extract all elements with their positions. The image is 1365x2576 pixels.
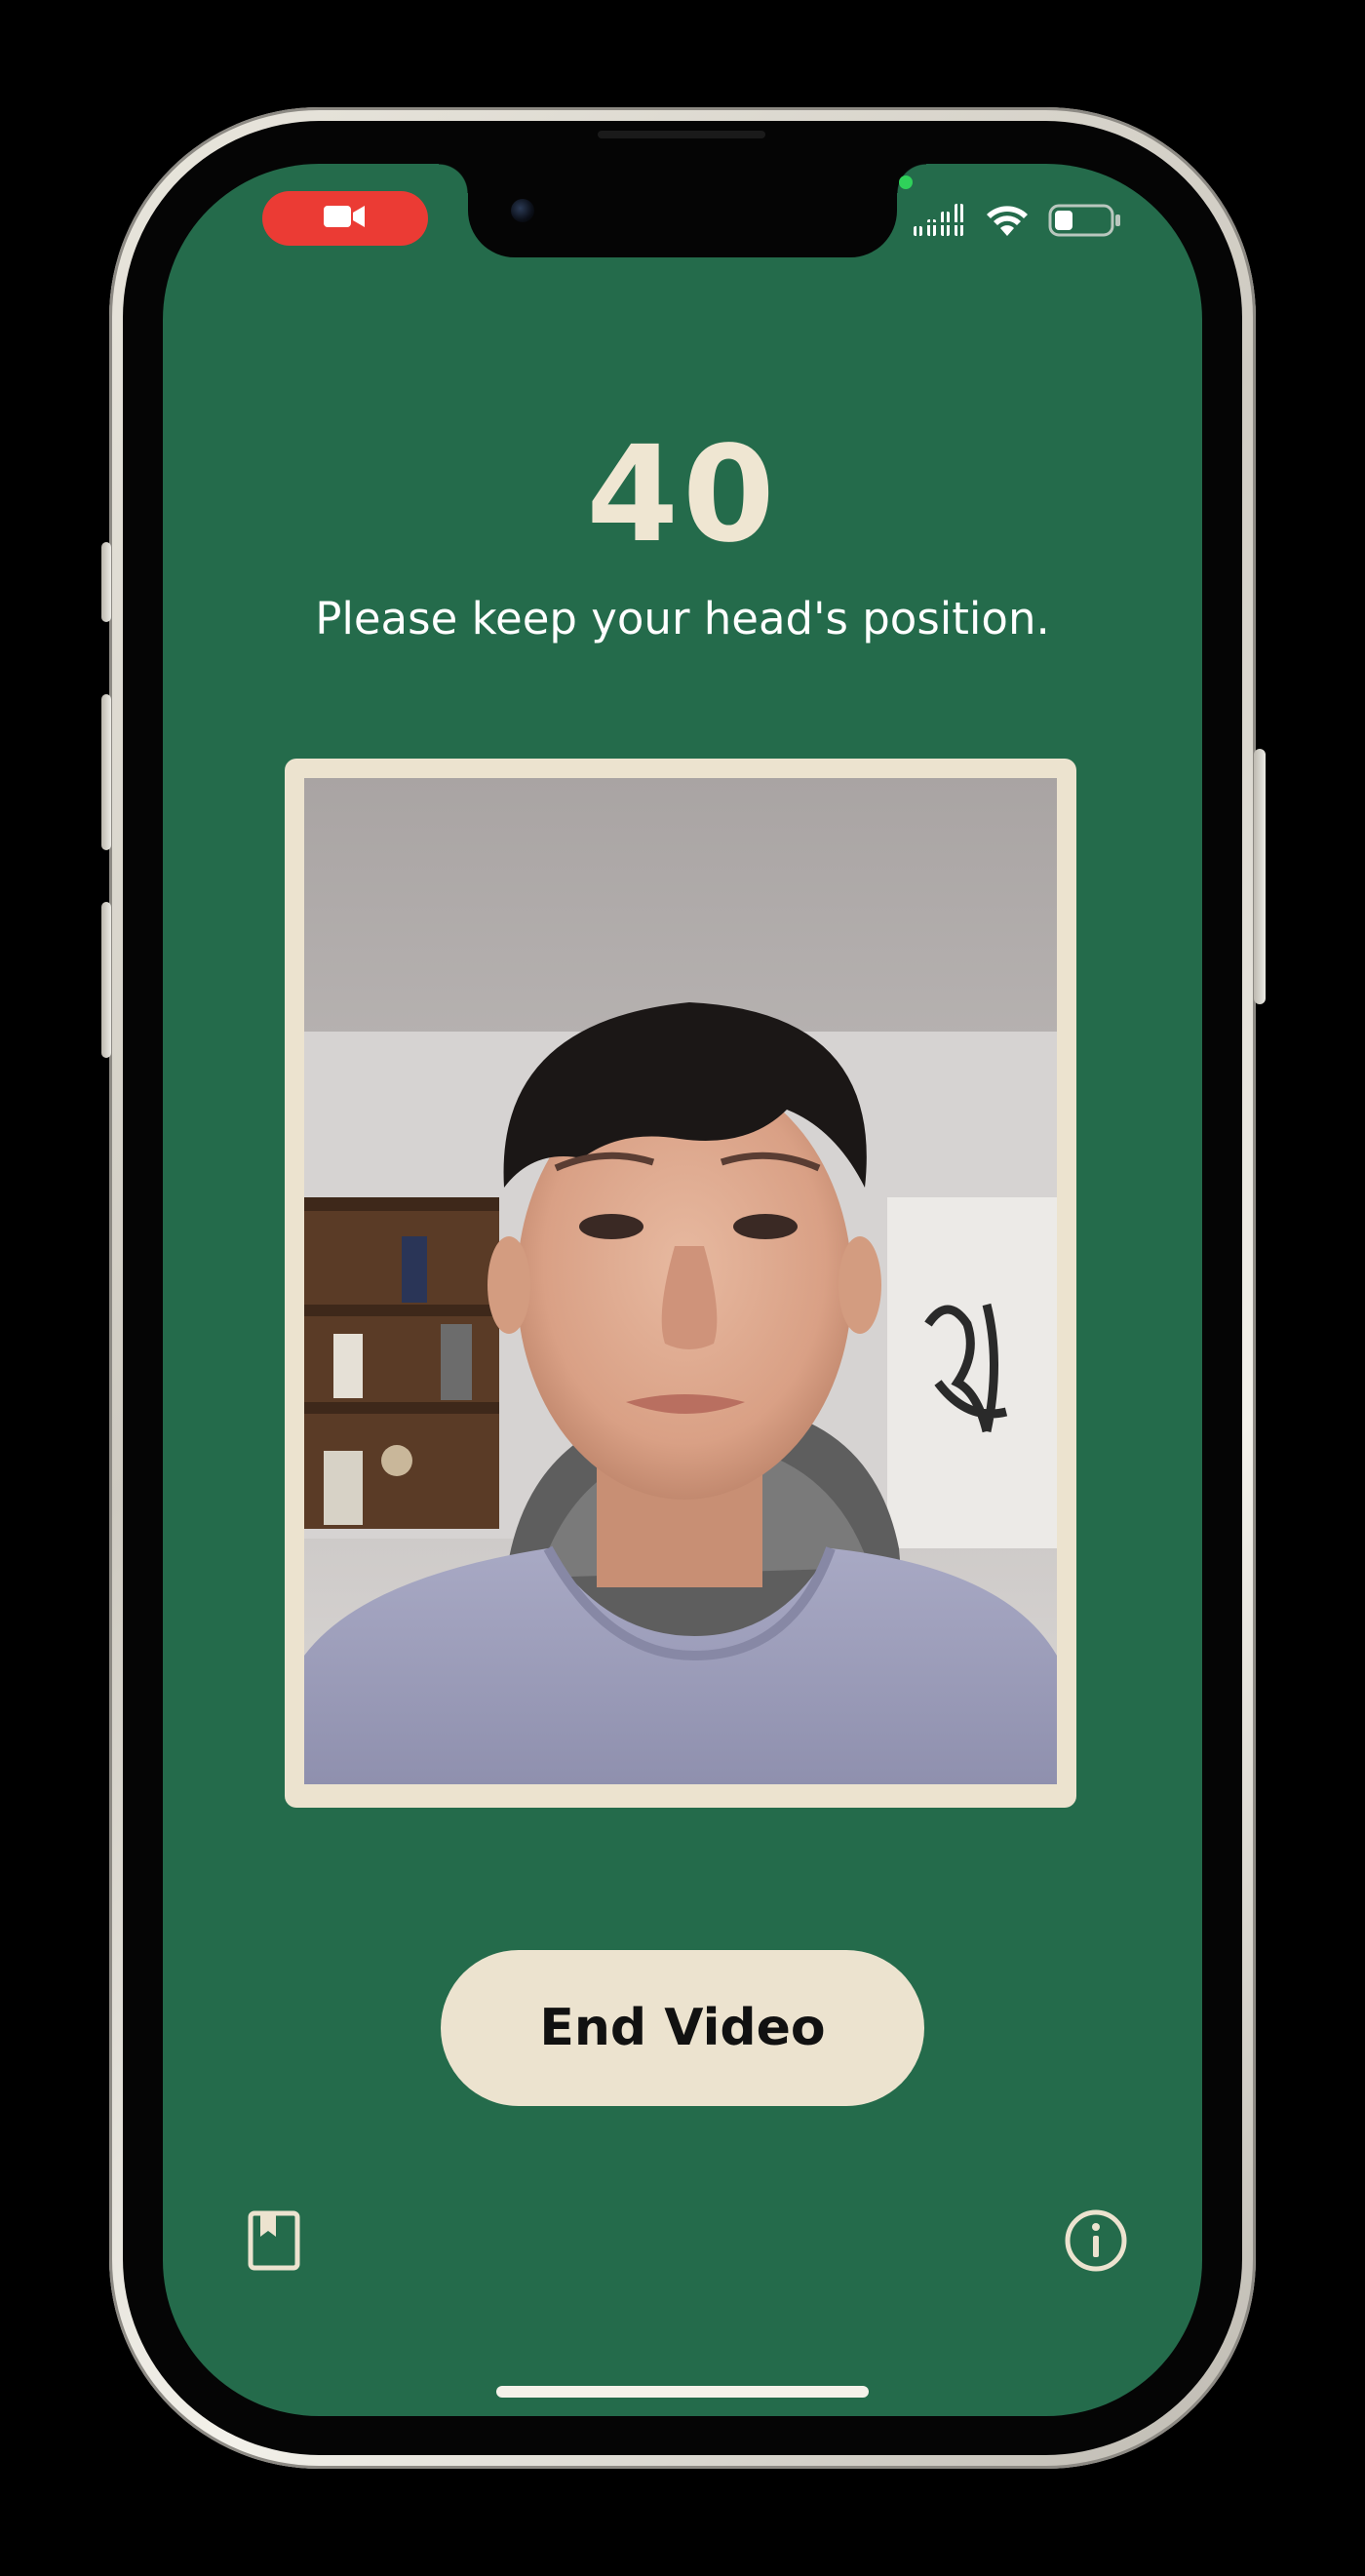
front-camera: [511, 199, 534, 222]
camera-feed-image: [304, 778, 1057, 1784]
video-preview-frame: [285, 759, 1076, 1808]
camera-in-use-indicator: [899, 176, 913, 189]
end-video-button[interactable]: End Video: [441, 1950, 924, 2106]
screen-recording-indicator[interactable]: [262, 191, 428, 246]
info-button[interactable]: [1062, 2208, 1130, 2277]
wifi-icon: [984, 203, 1031, 243]
silent-switch: [101, 542, 111, 622]
battery-icon: [1048, 203, 1122, 243]
earpiece-speaker: [598, 131, 765, 138]
countdown-timer: 40: [586, 418, 779, 572]
volume-up-button: [101, 694, 111, 850]
info-icon: [1064, 2208, 1128, 2278]
status-bar-icons: [912, 203, 1122, 242]
volume-down-button: [101, 902, 111, 1058]
bookmark-icon: [247, 2209, 301, 2277]
bookmark-button[interactable]: [240, 2208, 308, 2277]
power-button: [1254, 749, 1266, 1004]
home-indicator[interactable]: [496, 2386, 869, 2398]
video-camera-icon: [322, 203, 369, 235]
instruction-text: Please keep your head's position.: [315, 593, 1050, 644]
app-screen: 40 Please keep your head's position. End…: [163, 164, 1202, 2416]
live-camera-feed: [304, 778, 1057, 1784]
notch: [439, 164, 926, 257]
cellular-signal-icon: [912, 203, 966, 243]
